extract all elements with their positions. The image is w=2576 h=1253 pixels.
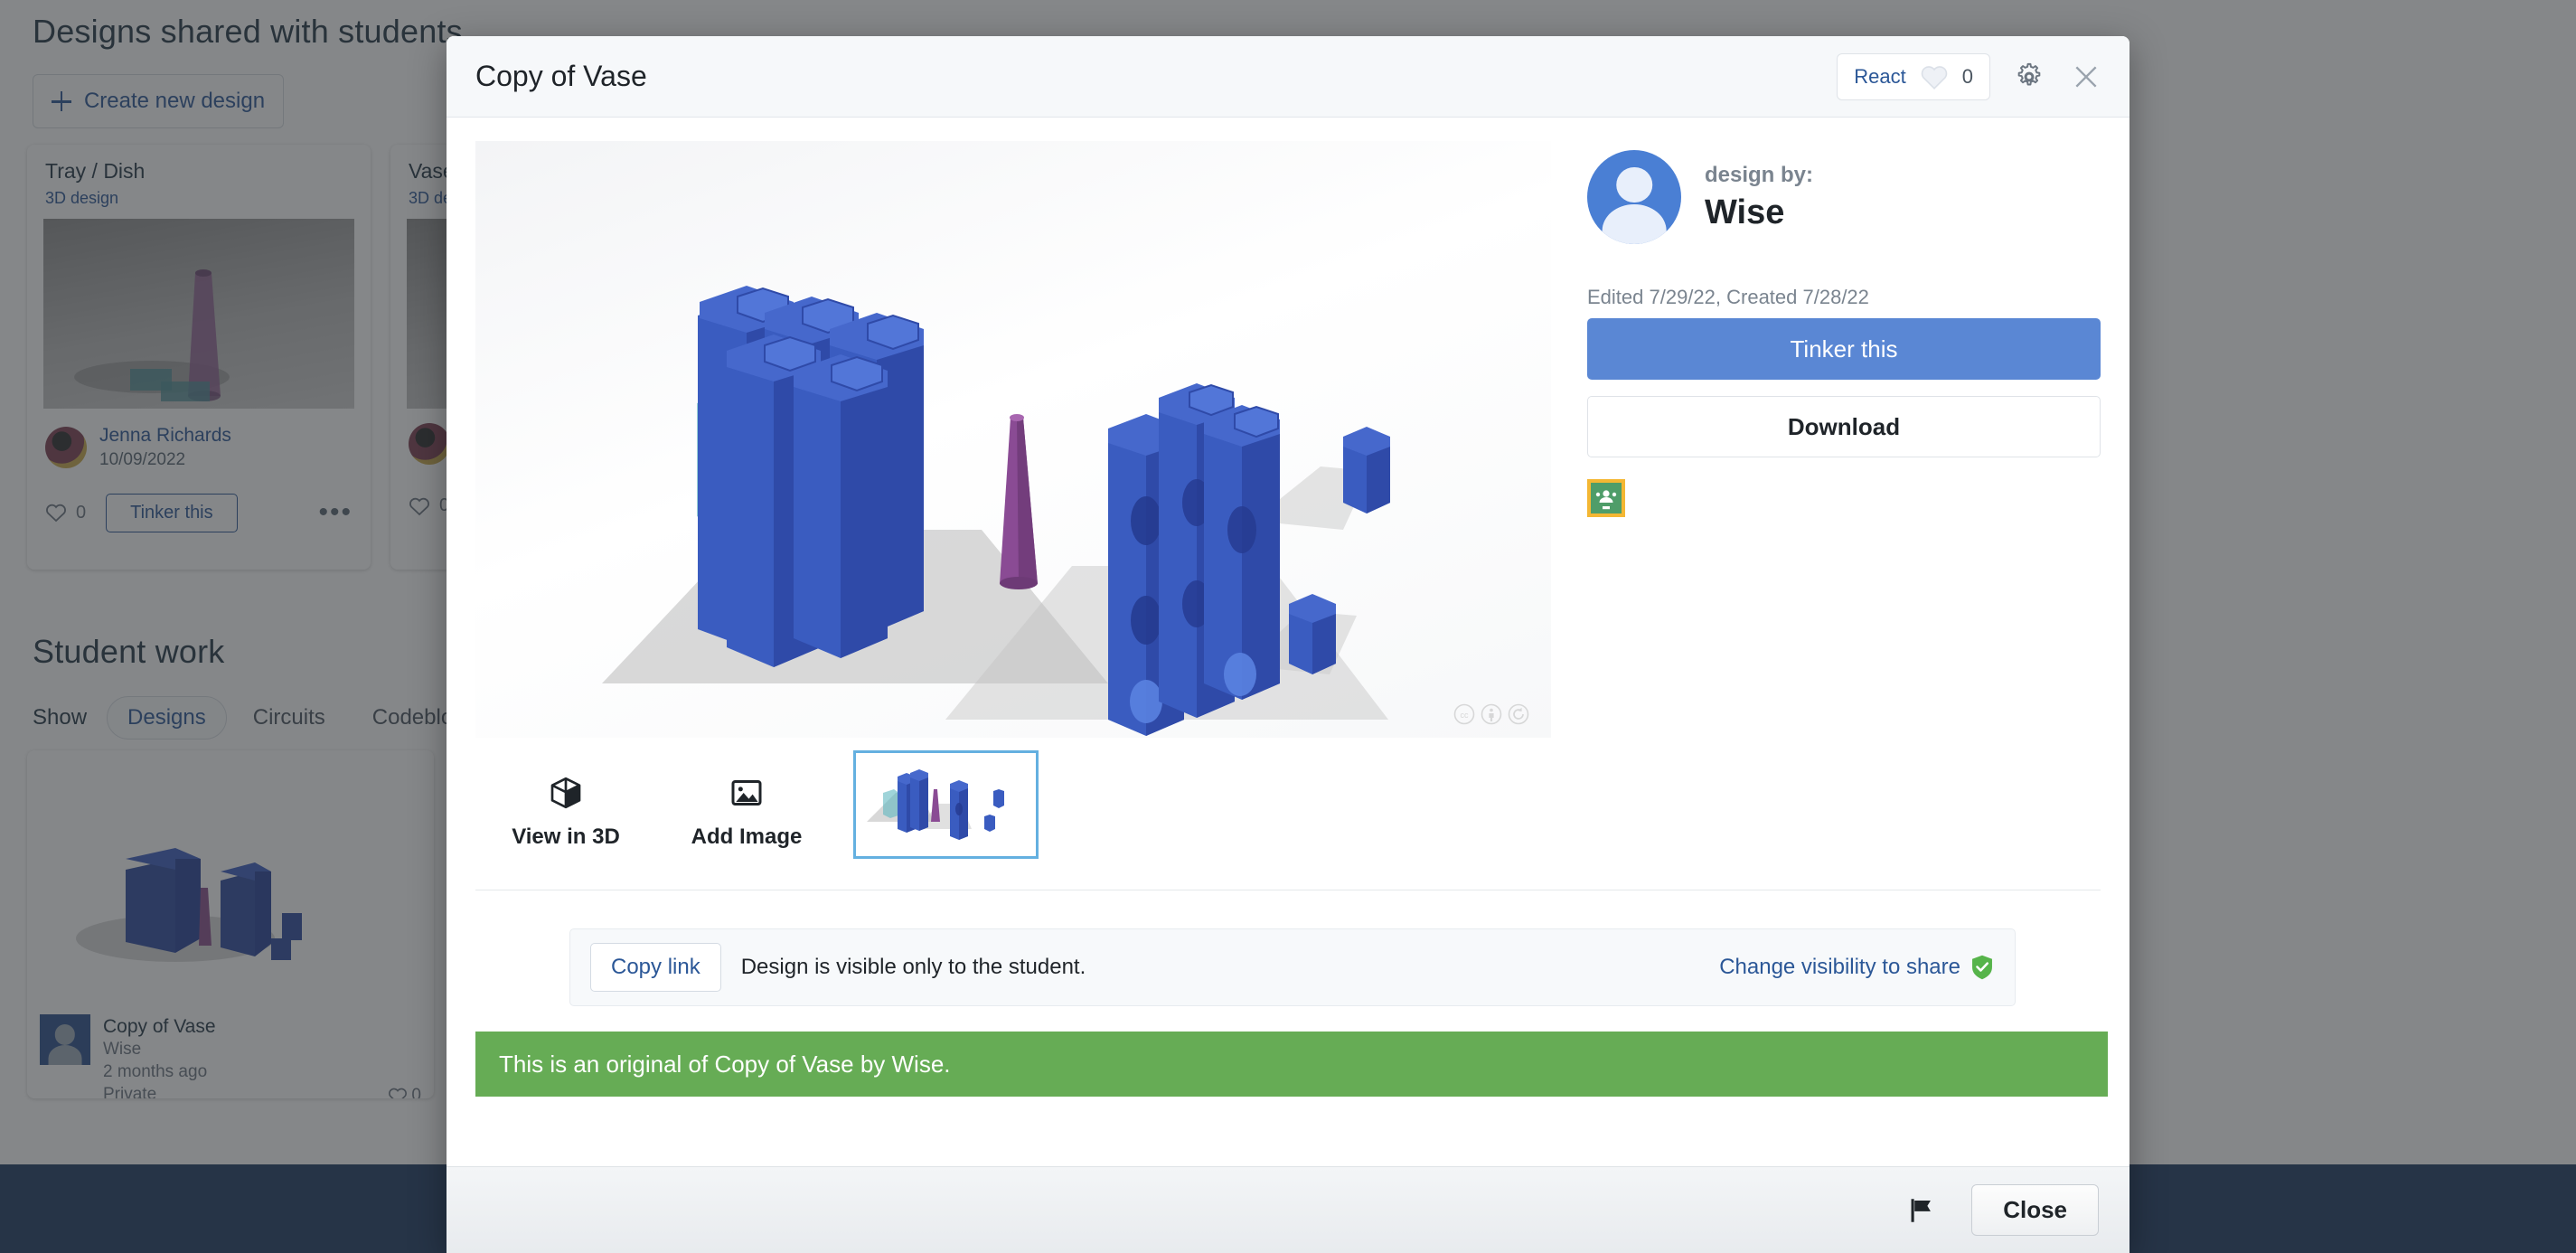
preview-thumbnail-row: View in 3D Add Image	[475, 738, 1551, 859]
close-button[interactable]: Close	[1971, 1184, 2099, 1236]
visibility-bar: Copy link Design is visible only to the …	[569, 928, 2016, 1006]
change-visibility-link[interactable]: Change visibility to share	[1719, 954, 1995, 981]
edited-created-text: Edited 7/29/22, Created 7/28/22	[1587, 286, 2101, 309]
copy-link-button[interactable]: Copy link	[590, 943, 721, 992]
modal-body: cc View in 3D	[447, 118, 2129, 1166]
close-icon[interactable]	[2068, 59, 2104, 95]
cc-by-icon	[1481, 703, 1502, 725]
modal-title: Copy of Vase	[475, 60, 647, 93]
heart-icon	[1919, 63, 1950, 90]
preview-column: cc View in 3D	[475, 141, 1551, 859]
design-preview-image[interactable]: cc	[475, 141, 1551, 738]
cc-icon: cc	[1453, 703, 1475, 725]
cube-icon	[548, 774, 584, 812]
shield-check-icon	[1970, 954, 1995, 981]
design-detail-modal: Copy of Vase React 0	[447, 36, 2129, 1253]
download-button[interactable]: Download	[1587, 396, 2101, 457]
cc-sa-icon	[1508, 703, 1529, 725]
add-image-button[interactable]: Add Image	[656, 750, 837, 850]
gear-icon[interactable]	[2010, 58, 2048, 96]
original-design-banner: This is an original of Copy of Vase by W…	[475, 1032, 2108, 1097]
design-sidebar: design by: Wise Edited 7/29/22, Created …	[1587, 141, 2101, 859]
react-label: React	[1854, 65, 1905, 89]
flag-icon[interactable]	[1903, 1192, 1941, 1229]
change-visibility-label: Change visibility to share	[1719, 955, 1960, 980]
add-image-label: Add Image	[691, 824, 803, 850]
author-row: design by: Wise	[1587, 150, 2101, 244]
avatar[interactable]	[1587, 150, 1681, 244]
google-classroom-icon[interactable]	[1587, 479, 1625, 517]
tinker-this-button[interactable]: Tinker this	[1587, 318, 2101, 380]
svg-text:cc: cc	[1461, 711, 1470, 720]
image-icon	[729, 774, 765, 812]
view-in-3d-button[interactable]: View in 3D	[475, 750, 656, 850]
react-button[interactable]: React 0	[1837, 53, 1990, 100]
visibility-status-text: Design is visible only to the student.	[741, 955, 1086, 980]
modal-header: Copy of Vase React 0	[447, 36, 2129, 118]
modal-footer: Close	[447, 1166, 2129, 1253]
author-name[interactable]: Wise	[1705, 193, 1813, 232]
design-by-label: design by:	[1705, 163, 1813, 188]
preview-thumbnail-selected[interactable]	[853, 750, 1039, 859]
creative-commons-badges: cc	[1453, 703, 1529, 725]
view-in-3d-label: View in 3D	[512, 824, 620, 850]
react-count: 0	[1962, 65, 1973, 89]
